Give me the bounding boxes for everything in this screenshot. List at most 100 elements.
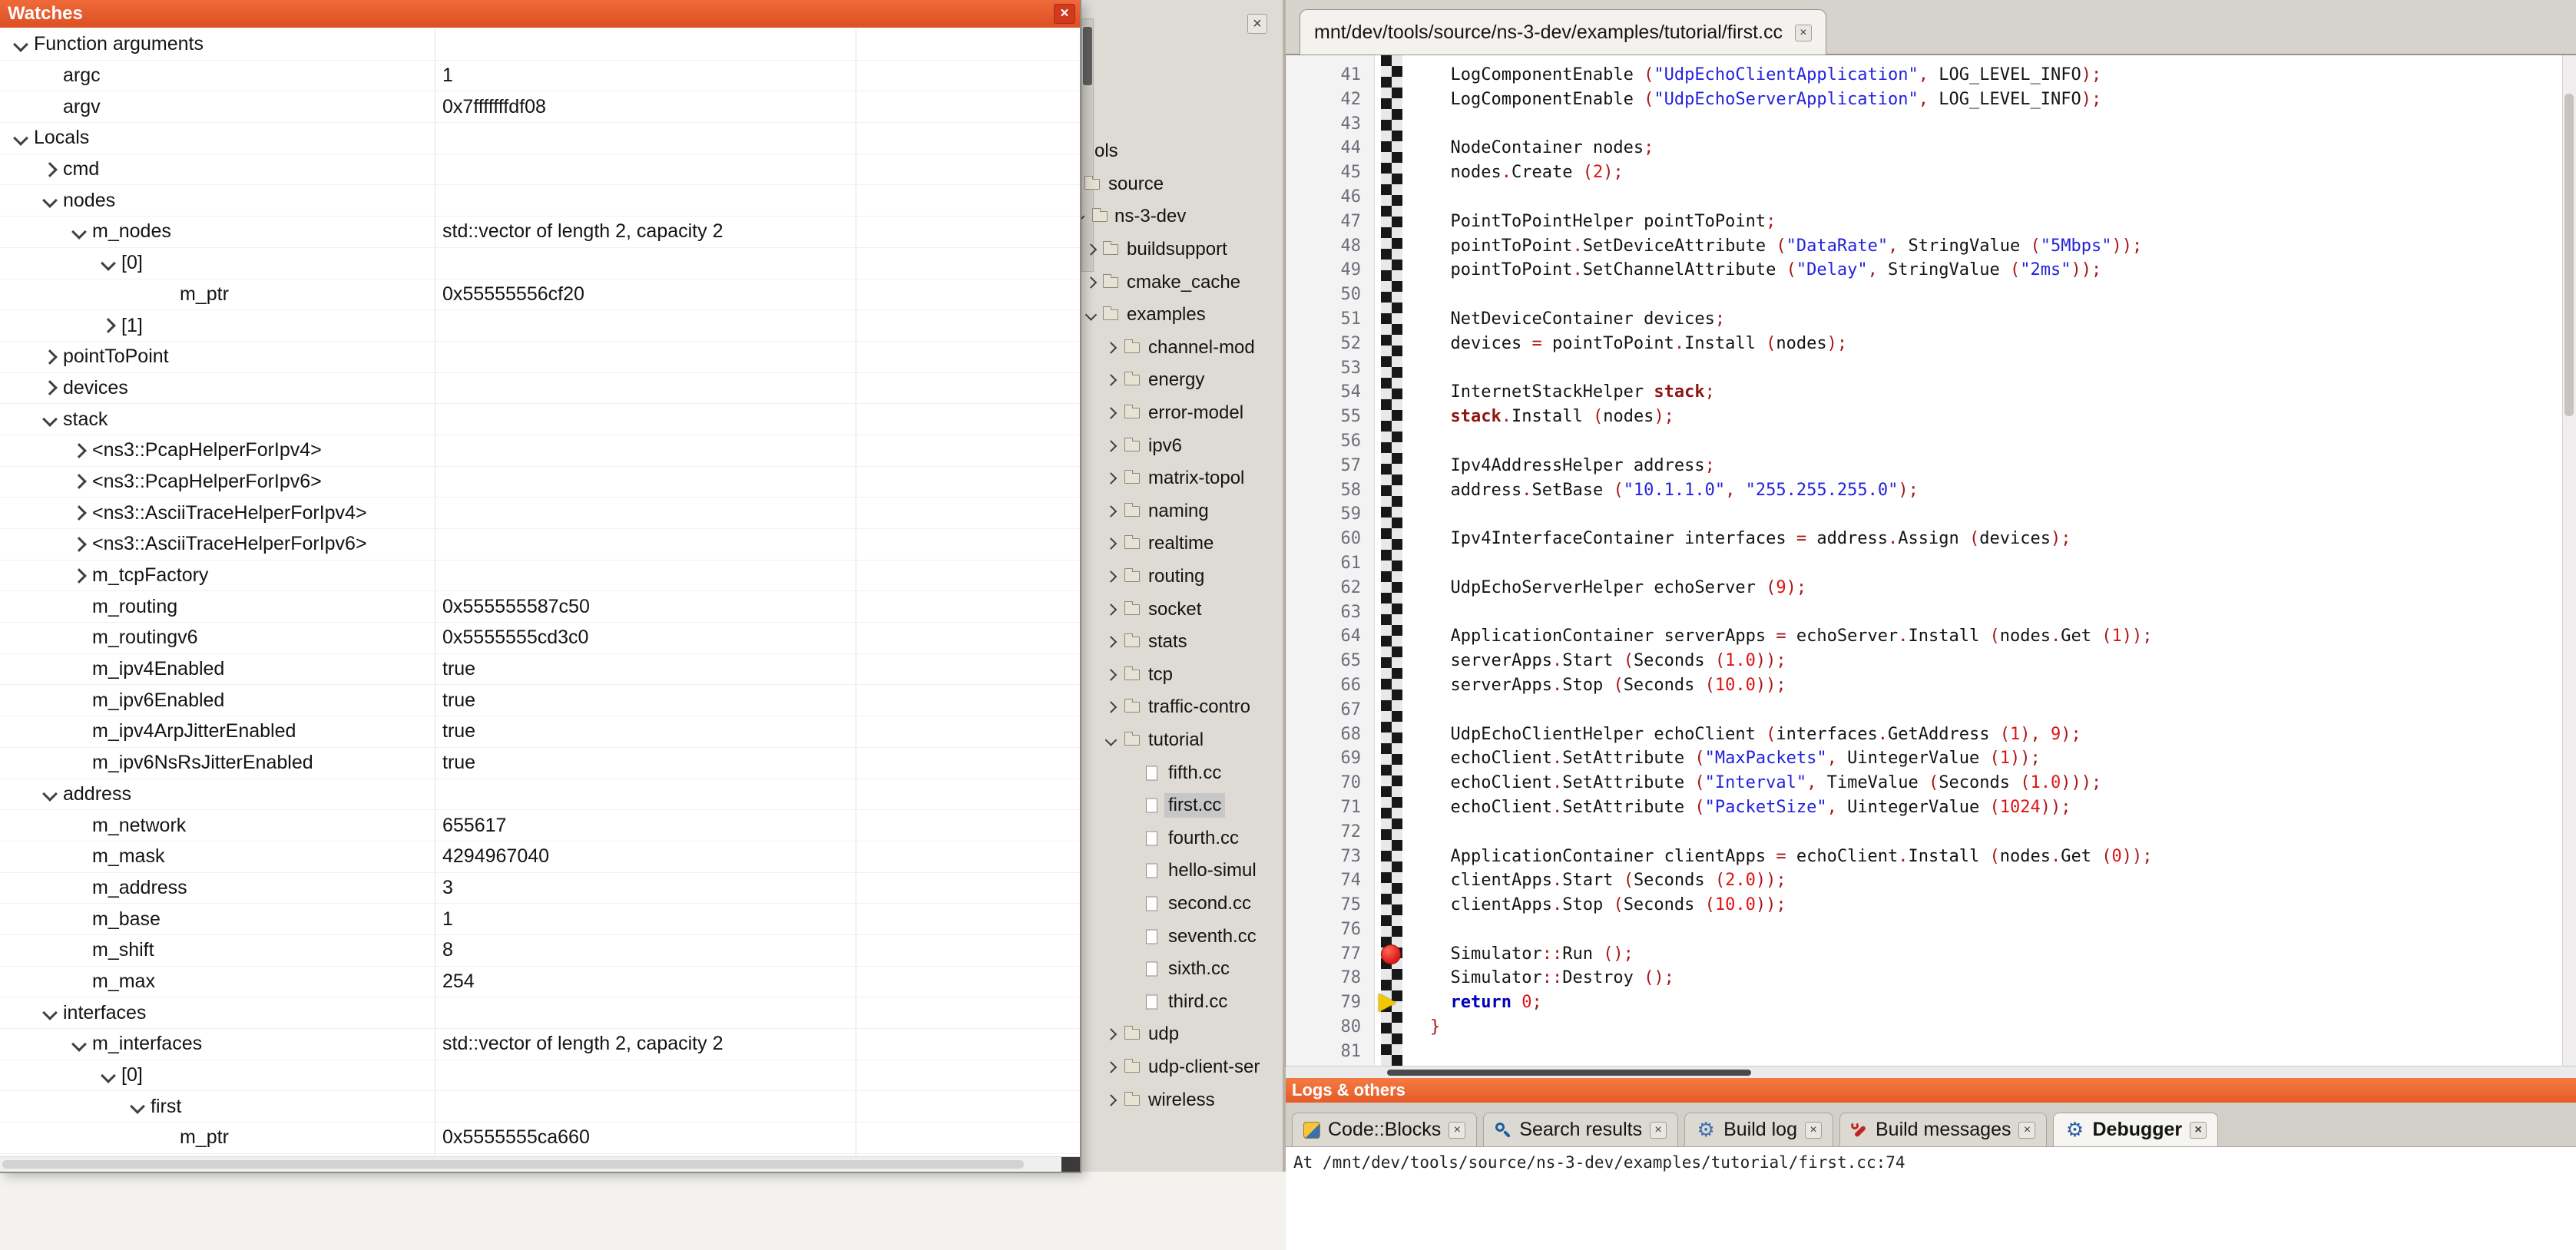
resize-grip[interactable]: [1061, 1157, 1080, 1172]
watch-row[interactable]: <ns3::PcapHelperForIpv6>: [0, 467, 1080, 498]
tree-item[interactable]: udp: [1080, 1018, 1283, 1051]
line-number[interactable]: 75: [1286, 893, 1370, 918]
watch-row[interactable]: devices: [0, 373, 1080, 405]
collapse-chevron-icon[interactable]: [37, 789, 63, 799]
collapse-chevron-icon[interactable]: [1103, 736, 1118, 744]
tree-item[interactable]: ns-3-dev: [1080, 200, 1283, 233]
tab-close-button[interactable]: ×: [1805, 1122, 1822, 1139]
expand-chevron-icon[interactable]: [1103, 703, 1118, 712]
expand-chevron-icon[interactable]: [1083, 246, 1098, 254]
expand-chevron-icon[interactable]: [37, 382, 63, 393]
line-number[interactable]: 60: [1286, 527, 1370, 551]
tree-item[interactable]: tutorial: [1080, 724, 1283, 757]
logs-tab-build-messages[interactable]: Build messages×: [1839, 1113, 2047, 1146]
watch-row[interactable]: [1]: [0, 310, 1080, 342]
watch-row[interactable]: pointToPoint: [0, 342, 1080, 373]
watch-row[interactable]: m_network655617: [0, 810, 1080, 842]
watch-row[interactable]: [0]: [0, 248, 1080, 279]
line-number[interactable]: 79: [1286, 990, 1370, 1015]
watch-row[interactable]: m_ipv6Enabledtrue: [0, 685, 1080, 716]
watch-row[interactable]: m_address3: [0, 873, 1080, 904]
watch-row[interactable]: stack: [0, 404, 1080, 435]
collapse-chevron-icon[interactable]: [95, 1070, 121, 1081]
expand-chevron-icon[interactable]: [1103, 670, 1118, 679]
collapse-chevron-icon[interactable]: [66, 227, 92, 237]
scrollbar-thumb[interactable]: [2564, 94, 2574, 416]
editor-vscrollbar[interactable]: [2562, 55, 2576, 1066]
watch-row[interactable]: <ns3::AsciiTraceHelperForIpv4>: [0, 498, 1080, 529]
tree-item[interactable]: examples: [1080, 299, 1283, 332]
tab-close-button[interactable]: ×: [1449, 1122, 1465, 1139]
expand-chevron-icon[interactable]: [66, 539, 92, 550]
expand-chevron-icon[interactable]: [1103, 376, 1118, 385]
line-number[interactable]: 59: [1286, 502, 1370, 527]
line-number[interactable]: 58: [1286, 478, 1370, 503]
scrollbar-thumb[interactable]: [1387, 1070, 1751, 1076]
tree-item[interactable]: hello-simul: [1080, 855, 1283, 888]
editor-tab[interactable]: mnt/dev/tools/source/ns-3-dev/examples/t…: [1300, 9, 1826, 55]
line-number[interactable]: 50: [1286, 283, 1370, 307]
scrollbar-thumb[interactable]: [1083, 27, 1092, 85]
watch-row[interactable]: m_base1: [0, 904, 1080, 935]
line-number[interactable]: 70: [1286, 771, 1370, 795]
watch-row[interactable]: Function arguments: [0, 29, 1080, 61]
watch-row[interactable]: m_ipv4Enabledtrue: [0, 654, 1080, 686]
tree-item[interactable]: naming: [1080, 495, 1283, 528]
collapse-chevron-icon[interactable]: [37, 195, 63, 206]
watches-close-button[interactable]: ×: [1054, 4, 1075, 24]
tree-item[interactable]: wireless: [1080, 1083, 1283, 1116]
watch-row[interactable]: m_interfacesstd::vector of length 2, cap…: [0, 1029, 1080, 1060]
line-number[interactable]: 55: [1286, 405, 1370, 429]
line-number[interactable]: 68: [1286, 723, 1370, 747]
line-number[interactable]: 77: [1286, 942, 1370, 967]
watch-row[interactable]: m_routing0x555555587c50: [0, 591, 1080, 623]
line-number[interactable]: 76: [1286, 918, 1370, 942]
watch-row[interactable]: m_ptr0x55555556cf20: [0, 279, 1080, 311]
line-number[interactable]: 67: [1286, 698, 1370, 723]
expand-chevron-icon[interactable]: [66, 508, 92, 518]
expand-chevron-icon[interactable]: [1103, 1096, 1118, 1104]
collapse-chevron-icon[interactable]: [8, 133, 34, 144]
watch-row[interactable]: m_routingv60x5555555cd3c0: [0, 623, 1080, 654]
collapse-chevron-icon[interactable]: [66, 1039, 92, 1050]
line-number[interactable]: 42: [1286, 88, 1370, 112]
collapse-chevron-icon[interactable]: [1080, 213, 1086, 221]
collapse-chevron-icon[interactable]: [37, 414, 63, 425]
project-tree[interactable]: olssourcens-3-devbuildsupportcmake_cache…: [1080, 135, 1283, 1250]
line-number[interactable]: 63: [1286, 600, 1370, 625]
line-number[interactable]: 61: [1286, 551, 1370, 576]
watch-row[interactable]: argv0x7fffffffdf08: [0, 91, 1080, 123]
watch-row[interactable]: m_nodesstd::vector of length 2, capacity…: [0, 217, 1080, 248]
tree-item[interactable]: energy: [1080, 364, 1283, 397]
line-number[interactable]: 43: [1286, 112, 1370, 137]
watch-row[interactable]: Locals: [0, 123, 1080, 154]
watch-row[interactable]: <ns3::PcapHelperForIpv4>: [0, 435, 1080, 467]
logs-titlebar[interactable]: Logs & others: [1286, 1078, 2576, 1103]
line-number[interactable]: 54: [1286, 380, 1370, 405]
line-number[interactable]: 65: [1286, 649, 1370, 673]
watch-list[interactable]: Function argumentsargc1argv0x7fffffffdf0…: [0, 29, 1080, 1156]
tree-item[interactable]: cmake_cache: [1080, 266, 1283, 299]
collapse-chevron-icon[interactable]: [95, 258, 121, 269]
tree-item[interactable]: matrix-topol: [1080, 462, 1283, 495]
line-number[interactable]: 66: [1286, 673, 1370, 698]
line-number[interactable]: 80: [1286, 1015, 1370, 1040]
tree-item[interactable]: second.cc: [1080, 888, 1283, 921]
watch-row[interactable]: interfaces: [0, 997, 1080, 1029]
expand-chevron-icon[interactable]: [1103, 441, 1118, 450]
expand-chevron-icon[interactable]: [1103, 540, 1118, 548]
watches-hscrollbar[interactable]: [0, 1156, 1080, 1172]
collapse-chevron-icon[interactable]: [1083, 311, 1098, 319]
expand-chevron-icon[interactable]: [95, 320, 121, 331]
watch-row[interactable]: [0]: [0, 1060, 1080, 1092]
watches-titlebar[interactable]: Watches ×: [0, 0, 1080, 28]
tree-item[interactable]: ipv6: [1080, 429, 1283, 462]
logs-tab-build-log[interactable]: ⚙Build log×: [1684, 1113, 1833, 1146]
line-number[interactable]: 62: [1286, 576, 1370, 600]
expand-chevron-icon[interactable]: [1103, 1030, 1118, 1039]
code-editor[interactable]: 41 LogComponentEnable ("UdpEchoClientApp…: [1286, 55, 2576, 1066]
line-number[interactable]: 72: [1286, 820, 1370, 845]
tree-item[interactable]: ols: [1080, 135, 1283, 168]
line-number[interactable]: 78: [1286, 966, 1370, 990]
line-number[interactable]: 74: [1286, 868, 1370, 893]
